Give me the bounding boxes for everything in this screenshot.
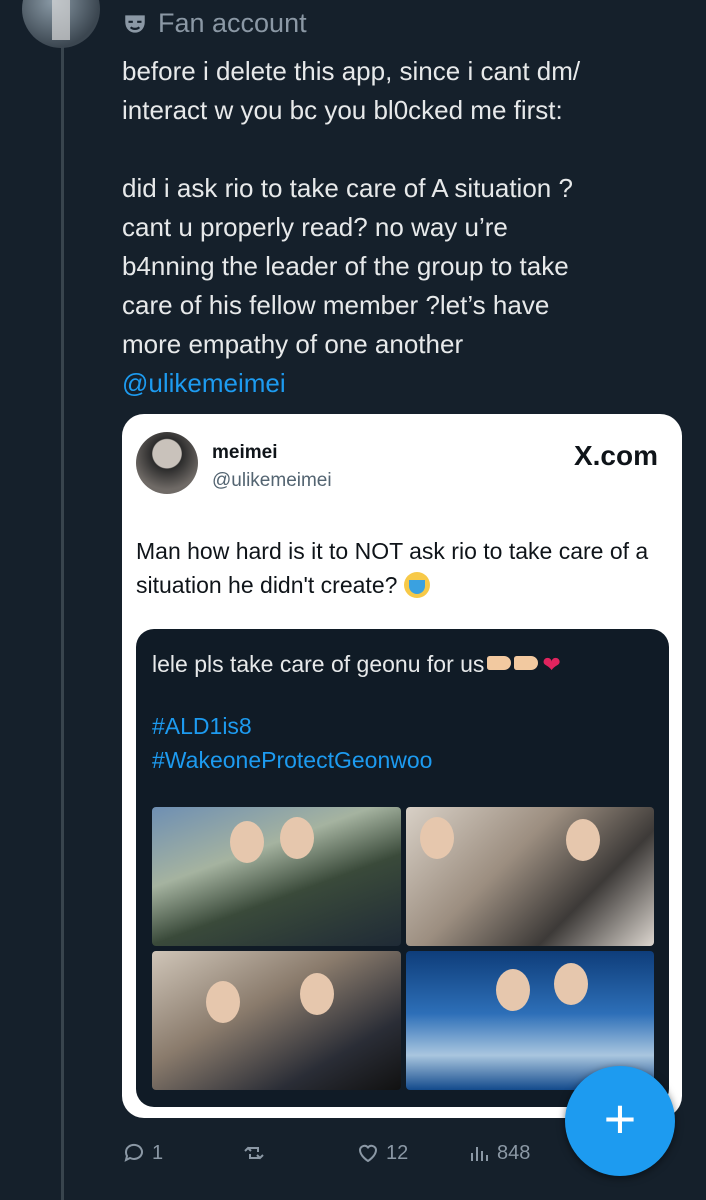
quoted-name[interactable]: meimei bbox=[212, 442, 277, 464]
views-chart-icon bbox=[471, 1147, 488, 1161]
mention-link[interactable]: @ulikemeimei bbox=[122, 364, 682, 403]
inner-quoted-post[interactable]: lele pls take care of geonu for us ❤ #ALD… bbox=[136, 629, 669, 1107]
inner-text-block: lele pls take care of geonu for us ❤ bbox=[152, 647, 662, 682]
quoted-handle[interactable]: @ulikemeimei bbox=[212, 470, 332, 492]
pointing-hand-icon bbox=[514, 656, 539, 670]
repost-icon bbox=[244, 1146, 264, 1160]
quoted-text: Man how hard is it to NOT ask rio to tak… bbox=[136, 538, 649, 598]
pointing-hand-icon bbox=[487, 656, 512, 670]
tweet-line: did i ask rio to take care of A situatio… bbox=[122, 173, 573, 203]
repost-button[interactable] bbox=[242, 1141, 266, 1165]
tweet-line: care of his fellow member ?let’s have bbox=[122, 290, 550, 320]
photo[interactable] bbox=[405, 807, 654, 946]
tweet-line: cant u properly read? no way u’re bbox=[122, 212, 508, 242]
like-count: 12 bbox=[386, 1141, 409, 1164]
tweet-line: interact w you bc you bl0cked me first: bbox=[122, 95, 563, 125]
inner-text: lele pls take care of geonu for us bbox=[152, 651, 485, 677]
plus-icon: + bbox=[603, 1087, 637, 1150]
compose-button[interactable]: + bbox=[565, 1066, 675, 1176]
tweet-line: before i delete this app, since i cant d… bbox=[122, 56, 581, 86]
action-bar: 1 12 848 bbox=[122, 1141, 562, 1171]
views-button[interactable]: 848 bbox=[467, 1141, 530, 1165]
incognito-icon bbox=[125, 14, 145, 33]
brand-label: X.com bbox=[573, 440, 658, 471]
photo[interactable] bbox=[152, 807, 401, 946]
tweet-header: Fan account bbox=[122, 8, 307, 39]
thread-line bbox=[61, 46, 64, 1200]
hashtag-link[interactable]: #ALD1is8 bbox=[152, 709, 432, 743]
tweet-text: before i delete this app, since i cant d… bbox=[122, 52, 682, 403]
quoted-avatar[interactable] bbox=[136, 432, 198, 494]
hashtags: #ALD1is8 #WakeoneProtectGeonwoo bbox=[152, 709, 432, 777]
quoted-text-block: Man how hard is it to NOT ask rio to tak… bbox=[136, 534, 666, 602]
crying-emoji-icon bbox=[403, 572, 430, 598]
views-count: 848 bbox=[497, 1141, 531, 1164]
reply-icon bbox=[124, 1143, 143, 1162]
photo-grid bbox=[152, 807, 654, 1090]
avatar[interactable] bbox=[22, 0, 100, 48]
header-label: Fan account bbox=[158, 8, 307, 38]
reply-count: 1 bbox=[152, 1141, 164, 1164]
tweet-line: more empathy of one another bbox=[122, 329, 464, 359]
quoted-tweet-card[interactable]: meimei @ulikemeimei X.com Man how hard i… bbox=[122, 414, 682, 1118]
photo[interactable] bbox=[152, 951, 401, 1090]
heart-emoji-icon: ❤ bbox=[542, 652, 561, 677]
like-button[interactable]: 12 bbox=[356, 1141, 408, 1165]
reply-button[interactable]: 1 bbox=[122, 1141, 163, 1165]
heart-icon bbox=[358, 1144, 378, 1163]
hashtag-link[interactable]: #WakeoneProtectGeonwoo bbox=[152, 743, 432, 777]
tweet-line: b4nning the leader of the group to take bbox=[122, 251, 569, 281]
